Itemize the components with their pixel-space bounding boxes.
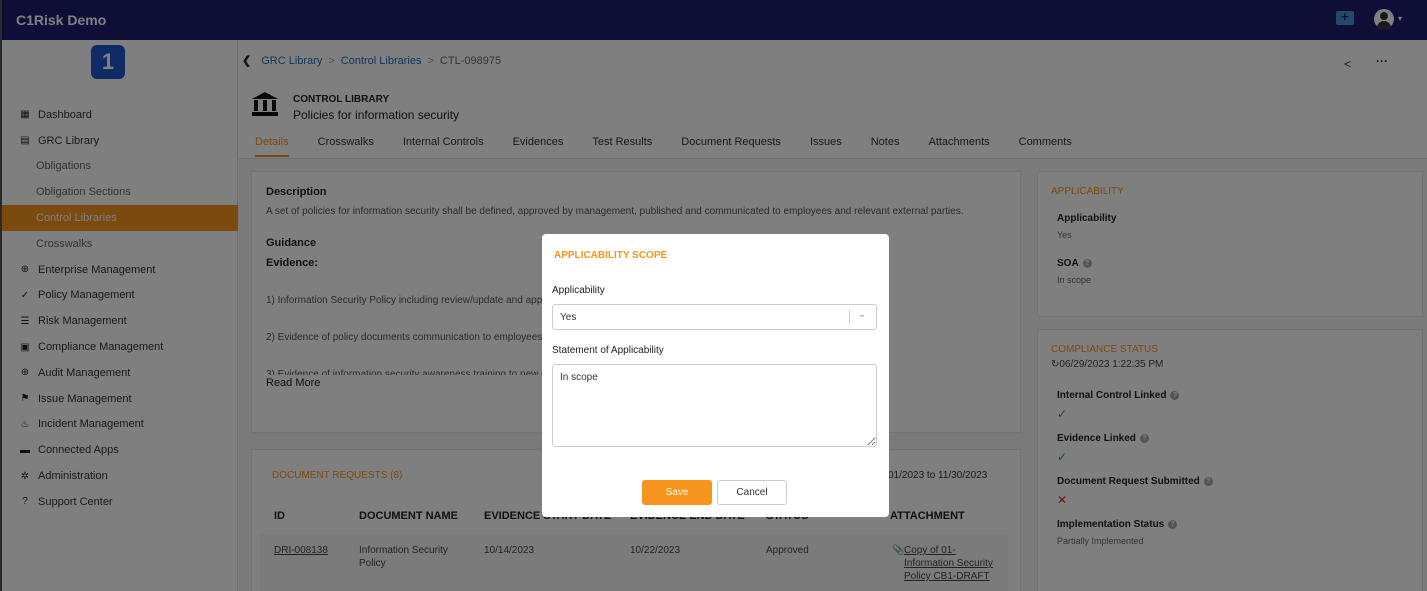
soa-field-label: Statement of Applicability <box>552 345 664 356</box>
cancel-button[interactable]: Cancel <box>717 480 787 505</box>
select-divider <box>849 310 850 324</box>
chevron-down-icon[interactable]: ⌄ <box>858 309 866 320</box>
dialog-title: APPLICABILITY SCOPE <box>554 250 668 261</box>
applicability-scope-dialog: APPLICABILITY SCOPE Applicability Yes ⌄ … <box>542 234 889 517</box>
soa-textarea[interactable] <box>552 364 877 447</box>
save-button[interactable]: Save <box>642 480 712 505</box>
applicability-field-label: Applicability <box>552 285 605 296</box>
applicability-select[interactable]: Yes ⌄ <box>552 304 877 330</box>
applicability-select-value: Yes <box>560 312 577 323</box>
